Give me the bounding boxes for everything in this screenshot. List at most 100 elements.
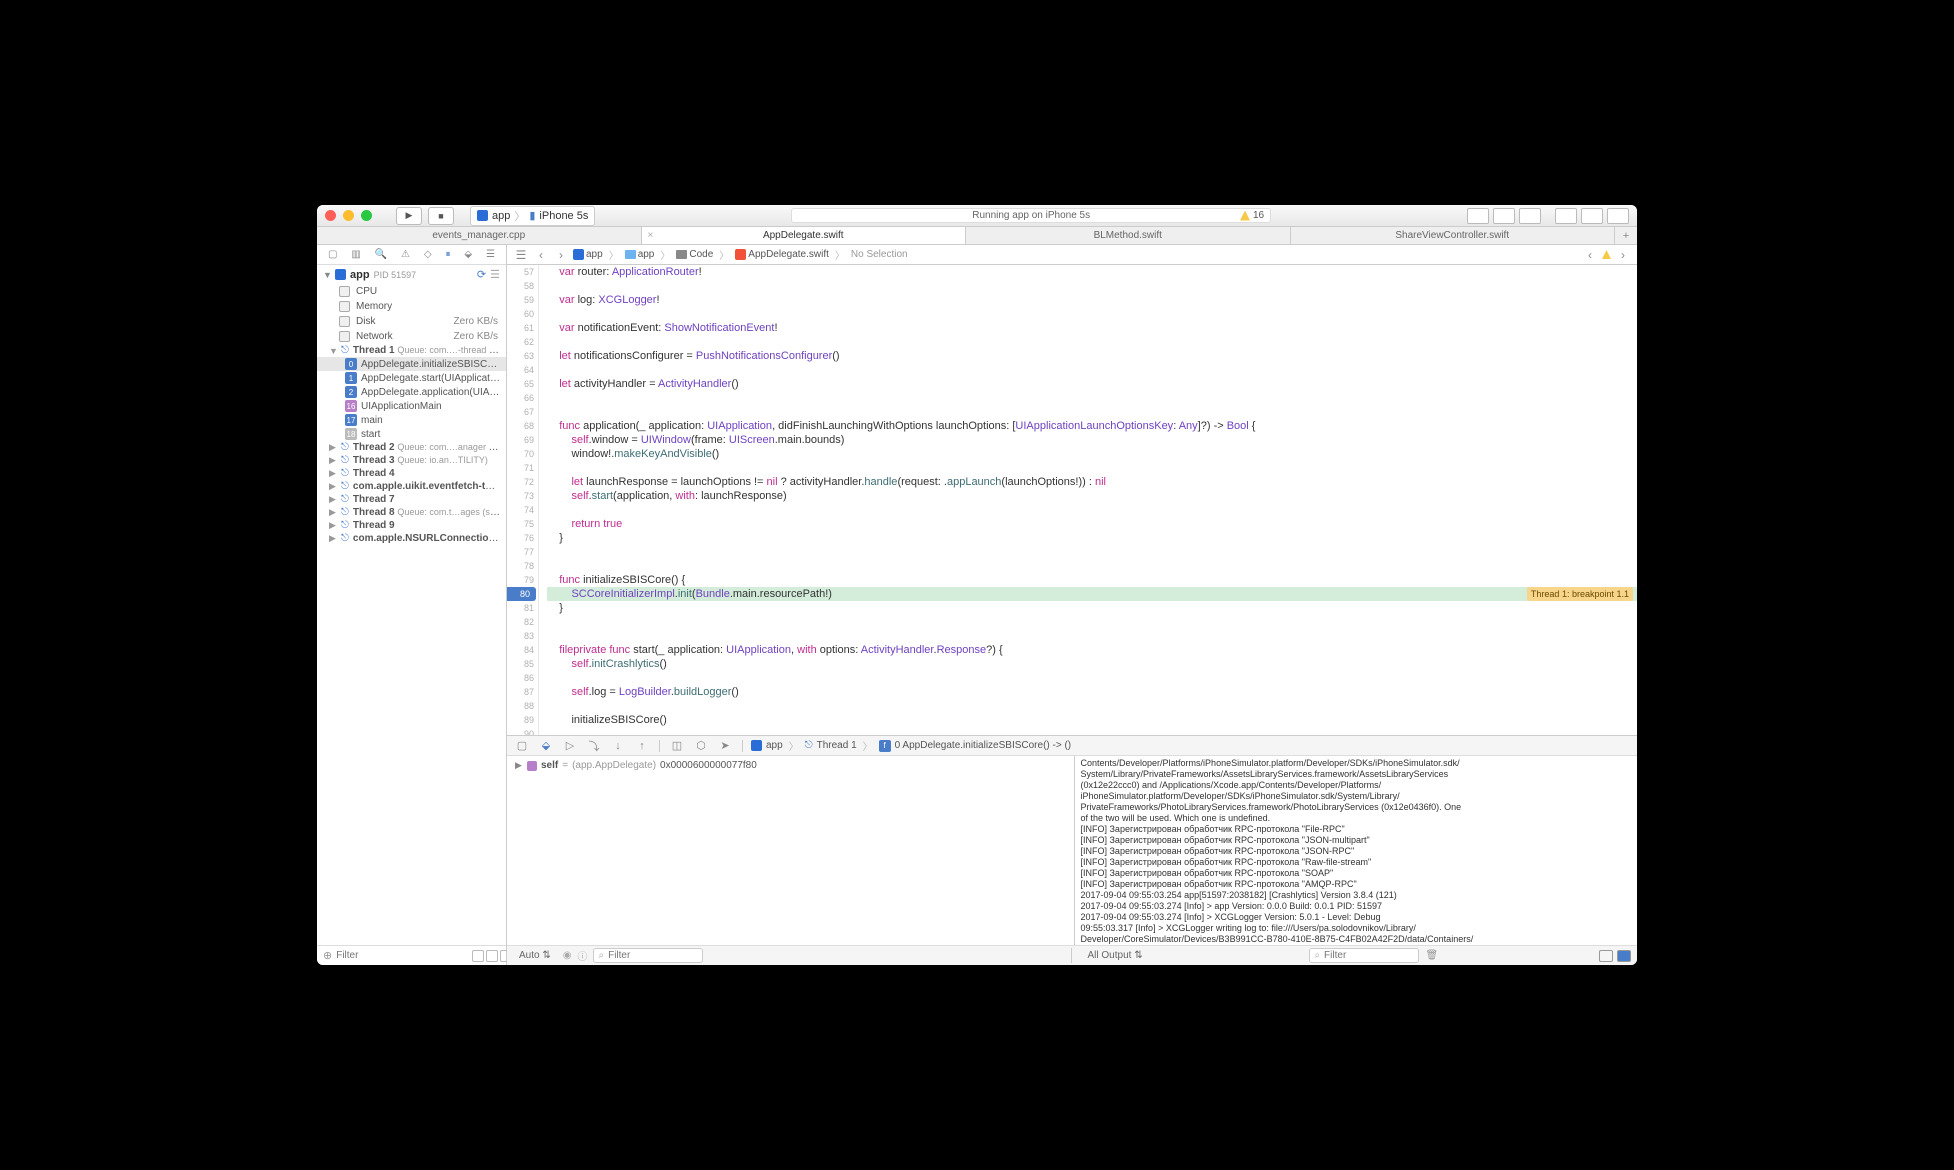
disclosure-triangle[interactable]: ▼ [329, 346, 337, 356]
toggle-debug-button[interactable]: ▢ [513, 739, 531, 753]
print-description-icon[interactable]: ⓘ [577, 948, 587, 963]
thread-row[interactable]: ▶ ⎋ Thread 9 [317, 519, 506, 532]
run-button[interactable]: ▶ [396, 207, 422, 225]
variables-view[interactable]: ▶ self = (app.AppDelegate) 0x00006000000… [507, 756, 1075, 945]
minimize-window[interactable] [343, 210, 354, 221]
step-over-button[interactable]: ⤵ [585, 739, 603, 753]
debug-session-row[interactable]: ▼ app PID 51597 ⟳ ☰ [317, 265, 506, 284]
prev-issue-button[interactable]: ‹ [1582, 248, 1598, 262]
jump-group[interactable]: app [625, 249, 655, 260]
issue-badge[interactable]: 16 [1240, 210, 1264, 221]
thread-row[interactable]: ▶ ⎋ Thread 2 Queue: com.…anager (serial) [317, 441, 506, 454]
step-into-button[interactable]: ↓ [609, 739, 627, 753]
code-content[interactable]: var router: ApplicationRouter! var log: … [539, 265, 1637, 735]
editor-version[interactable] [1519, 208, 1541, 224]
jump-scheme[interactable]: app [573, 249, 603, 260]
variables-filter-input[interactable] [608, 950, 740, 961]
console-view[interactable]: Contents/Developer/Platforms/iPhoneSimul… [1075, 756, 1638, 945]
activity-viewer[interactable]: Running app on iPhone 5s 16 [791, 208, 1271, 223]
variables-filter[interactable]: ⌕ [593, 948, 703, 963]
close-tab-icon[interactable]: × [648, 230, 654, 241]
zoom-window[interactable] [361, 210, 372, 221]
disclosure-triangle[interactable]: ▶ [329, 507, 337, 518]
jump-folder[interactable]: Code [676, 249, 713, 260]
tab-appdelegate[interactable]: ×AppDelegate.swift [642, 227, 967, 244]
view-debug-button[interactable]: ◫ [668, 739, 686, 753]
stack-frame[interactable]: 2AppDelegate.application(UIAppli… [317, 385, 506, 399]
tab-shareviewcontroller[interactable]: ShareViewController.swift [1291, 227, 1616, 244]
thread-row[interactable]: ▶ ⎋ com.apple.NSURLConnectionLoader… [317, 532, 506, 545]
options-icon[interactable]: ☰ [490, 268, 500, 281]
editor-standard[interactable] [1467, 208, 1489, 224]
variables-scope-selector[interactable]: Auto ⇅ [513, 949, 557, 962]
disclosure-triangle[interactable]: ▼ [323, 270, 331, 280]
disk-gauge[interactable]: DiskZero KB/s [317, 314, 506, 329]
show-variables-pane[interactable] [1599, 950, 1613, 962]
thread-row[interactable]: ▶ ⎋ Thread 8 Queue: com.t…ages (serial) [317, 506, 506, 519]
quicklook-icon[interactable]: ◉ [563, 950, 572, 961]
memory-graph-button[interactable]: ⬡ [692, 739, 710, 753]
cpu-gauge[interactable]: CPU [317, 284, 506, 299]
crumb-frame[interactable]: 0 AppDelegate.initializeSBISCore() -> () [895, 740, 1071, 751]
disclosure-triangle[interactable]: ▶ [329, 520, 337, 531]
stop-button[interactable]: ■ [428, 207, 454, 225]
issue-nav-icon[interactable]: ⚠ [401, 249, 410, 260]
navigator-filter-input[interactable] [336, 950, 468, 961]
thread-row[interactable]: ▶ ⎋ Thread 4 [317, 467, 506, 480]
report-nav-icon[interactable]: ☰ [486, 249, 495, 260]
stack-frame[interactable]: 0AppDelegate.initializeSBISCore(… [317, 357, 506, 371]
test-nav-icon[interactable]: ◇ [424, 249, 432, 260]
scheme-selector[interactable]: app 〉 ▮ iPhone 5s [470, 206, 595, 226]
stack-frame[interactable]: 17main [317, 413, 506, 427]
memory-gauge[interactable]: Memory [317, 299, 506, 314]
code-editor[interactable]: 5758596061626364656667686970717273747576… [507, 265, 1637, 735]
stack-frame[interactable]: 16UIApplicationMain [317, 399, 506, 413]
jump-symbol[interactable]: No Selection [851, 249, 908, 260]
toggle-debug-area[interactable] [1581, 208, 1603, 224]
simulate-location-button[interactable]: ➤ [716, 739, 734, 753]
forward-button[interactable]: › [553, 248, 569, 262]
crumb-process[interactable]: app [766, 740, 783, 751]
disclosure-triangle[interactable]: ▶ [329, 455, 337, 466]
console-filter[interactable]: ⌕ [1309, 948, 1419, 963]
breakpoint-nav-icon[interactable]: ⬙ [464, 249, 472, 260]
back-button[interactable]: ‹ [533, 248, 549, 262]
close-window[interactable] [325, 210, 336, 221]
disclosure-triangle[interactable]: ▶ [329, 481, 337, 492]
console-output-selector[interactable]: All Output ⇅ [1082, 949, 1149, 962]
disclosure-triangle[interactable]: ▶ [329, 494, 337, 505]
stack-frame[interactable]: 1AppDelegate.start(UIApplication… [317, 371, 506, 385]
clear-console-icon[interactable]: 🗑 [1425, 950, 1438, 961]
tab-events-manager[interactable]: events_manager.cpp [317, 227, 642, 244]
continue-button[interactable]: ▷ [561, 739, 579, 753]
network-gauge[interactable]: NetworkZero KB/s [317, 329, 506, 344]
toggle-inspector[interactable] [1607, 208, 1629, 224]
breakpoint-annotation[interactable]: Thread 1: breakpoint 1.1 [1527, 587, 1633, 601]
source-nav-icon[interactable]: ▥ [351, 249, 360, 260]
thread-row[interactable]: ▼ ⎋ Thread 1 Queue: com.…-thread (serial… [317, 344, 506, 357]
debug-nav-icon[interactable]: ⏸ [446, 249, 451, 260]
breakpoints-button[interactable]: ⬙ [537, 739, 555, 753]
filter-icon[interactable]: ⊕ [323, 949, 332, 962]
jump-file[interactable]: AppDelegate.swift [735, 249, 829, 260]
filter-toggle-1[interactable] [472, 950, 484, 962]
next-issue-button[interactable]: › [1615, 248, 1631, 262]
new-tab-button[interactable]: + [1615, 227, 1637, 244]
warning-icon[interactable] [1602, 250, 1611, 259]
line-gutter[interactable]: 5758596061626364656667686970717273747576… [507, 265, 539, 735]
tab-blmethod[interactable]: BLMethod.swift [966, 227, 1291, 244]
toggle-navigator[interactable] [1555, 208, 1577, 224]
thread-row[interactable]: ▶ ⎋ com.apple.uikit.eventfetch-thread (5… [317, 480, 506, 493]
stack-frame[interactable]: 18start [317, 427, 506, 441]
disclosure-triangle[interactable]: ▶ [329, 442, 337, 453]
editor-assistant[interactable] [1493, 208, 1515, 224]
disclosure-triangle[interactable]: ▶ [329, 533, 337, 544]
step-out-button[interactable]: ↑ [633, 739, 651, 753]
disclosure-triangle[interactable]: ▶ [515, 760, 523, 771]
thread-row[interactable]: ▶ ⎋ Thread 7 [317, 493, 506, 506]
disclosure-triangle[interactable]: ▶ [329, 468, 337, 479]
related-items-icon[interactable]: ☰ [513, 248, 529, 262]
thread-row[interactable]: ▶ ⎋ Thread 3 Queue: io.an…TILITY) [317, 454, 506, 467]
project-nav-icon[interactable]: ▢ [328, 249, 337, 260]
filter-toggle-2[interactable] [486, 950, 498, 962]
